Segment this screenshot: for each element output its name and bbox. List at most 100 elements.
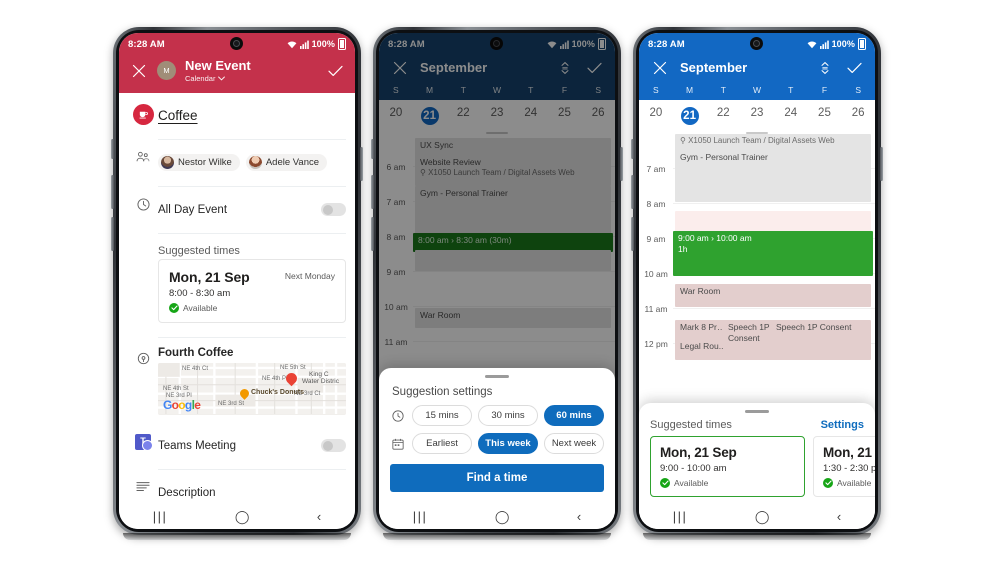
suggested-time-card[interactable]: Mon, 21 Sep Next Monday 8:00 - 8:30 am A… xyxy=(158,258,346,323)
date-cell[interactable]: 24 xyxy=(774,107,808,125)
range-option-next-week[interactable]: Next week xyxy=(544,433,604,454)
location-row[interactable]: Fourth Coffee NE 4th Ct NE 5th St King C… xyxy=(119,338,355,423)
proposed-time-block[interactable]: 9:00 am › 10:00 am 1h xyxy=(673,231,873,276)
sheet-drag-handle[interactable] xyxy=(379,368,615,381)
proposed-time-label: 9:00 am › 10:00 am xyxy=(678,233,752,243)
power-button[interactable] xyxy=(360,147,363,181)
date-cell-selected[interactable]: 21 xyxy=(673,107,707,125)
volume-down-button[interactable] xyxy=(371,175,374,209)
expand-collapse-icon[interactable] xyxy=(815,58,834,77)
dow-label: T xyxy=(720,85,726,95)
recents-icon[interactable]: ||| xyxy=(413,510,428,523)
event-title: Gym - Personal Trainer xyxy=(680,152,768,162)
date-cell[interactable]: 26 xyxy=(841,107,875,125)
calendar-event[interactable]: Speech 1P Consent xyxy=(771,320,871,360)
event-title: Legal Rou... xyxy=(680,341,726,351)
duration-option-30[interactable]: 30 mins xyxy=(478,405,538,426)
find-a-time-button[interactable]: Find a time xyxy=(390,464,604,492)
map-street-label: NE 4th Ct xyxy=(182,365,209,372)
status-indicators: 100% xyxy=(807,38,866,50)
suggested-times-header: Suggested times Settings xyxy=(639,416,875,436)
location-map[interactable]: NE 4th Ct NE 5th St King C Water Distric… xyxy=(158,362,346,415)
teams-icon: T xyxy=(128,423,158,451)
sheet-drag-handle[interactable] xyxy=(639,403,875,416)
settings-link[interactable]: Settings xyxy=(821,419,864,431)
attendees-row[interactable]: Nestor Wilke Adele Vance xyxy=(119,140,355,187)
close-icon[interactable] xyxy=(129,61,148,80)
attendee-name: Adele Vance xyxy=(265,157,320,169)
cellular-icon xyxy=(819,40,829,49)
new-event-header: 8:28 AM 100% M New Event Calendar xyxy=(119,33,355,93)
back-icon[interactable]: ‹ xyxy=(837,510,841,523)
phone-1-screen: 8:28 AM 100% M New Event Calendar Coffee… xyxy=(119,33,355,529)
avatar[interactable]: M xyxy=(157,61,176,81)
calendar-selector[interactable]: Calendar xyxy=(185,74,317,83)
teams-meeting-body: Teams Meeting xyxy=(158,423,346,470)
range-option-earliest[interactable]: Earliest xyxy=(412,433,472,454)
availability-status: Available xyxy=(169,302,335,313)
date-cell[interactable]: 20 xyxy=(639,107,673,125)
back-icon[interactable]: ‹ xyxy=(317,510,321,523)
suggested-times-sheet: Suggested times Settings Mon, 21 Sep 9:0… xyxy=(639,403,875,529)
battery-icon xyxy=(338,38,346,50)
phone-chin xyxy=(383,533,611,540)
volume-down-button[interactable] xyxy=(111,175,114,209)
bixby-button[interactable] xyxy=(111,217,114,251)
event-title: Speech 1P Consent xyxy=(728,322,770,343)
bixby-button[interactable] xyxy=(631,217,634,251)
calendar-event[interactable] xyxy=(675,211,871,233)
status-time: 8:28 AM xyxy=(648,38,685,50)
all-day-event-row[interactable]: All Day Event xyxy=(119,187,355,234)
volume-up-button[interactable] xyxy=(371,139,374,159)
event-title-value[interactable]: Coffee xyxy=(158,108,198,123)
range-option-row: Earliest This week Next week xyxy=(379,433,615,461)
back-icon[interactable]: ‹ xyxy=(577,510,581,523)
battery-percent-label: 100% xyxy=(311,39,335,49)
close-icon[interactable] xyxy=(650,58,669,77)
calendar-event[interactable]: War Room xyxy=(675,284,871,307)
dow-label: M xyxy=(686,85,694,95)
calendar-event[interactable]: Gym - Personal Trainer xyxy=(675,150,871,202)
duration-option-60-selected[interactable]: 60 mins xyxy=(544,405,604,426)
android-nav-bar: ||| ◯ ‹ xyxy=(119,503,355,529)
volume-down-button[interactable] xyxy=(631,175,634,209)
phone-1-new-event: 8:28 AM 100% M New Event Calendar Coffee… xyxy=(111,27,363,540)
recents-icon[interactable]: ||| xyxy=(153,510,168,523)
home-icon[interactable]: ◯ xyxy=(755,510,770,523)
attendee-chip[interactable]: Adele Vance xyxy=(245,154,328,172)
recents-icon[interactable]: ||| xyxy=(673,510,688,523)
confirm-checkmark-icon[interactable] xyxy=(326,61,345,80)
volume-up-button[interactable] xyxy=(111,139,114,159)
suggested-time-range: 9:00 - 10:00 am xyxy=(660,463,727,474)
teams-meeting-toggle[interactable] xyxy=(321,439,346,453)
event-location: ⚲ X1050 Launch Team / Digital Assets Web xyxy=(680,136,835,145)
map-street-label: NE 4th St xyxy=(163,385,189,392)
home-icon[interactable]: ◯ xyxy=(495,510,510,523)
event-title-row[interactable]: Coffee xyxy=(119,93,355,140)
range-option-this-week-selected[interactable]: This week xyxy=(478,433,538,454)
hour-label: 11 am xyxy=(644,304,668,314)
suggested-time-card[interactable]: Mon, 21 Sep 1:30 - 2:30 pm Available xyxy=(813,436,875,497)
proposed-duration-label: 1h xyxy=(678,243,688,254)
date-cell[interactable]: 25 xyxy=(808,107,842,125)
spacer-icon-slot xyxy=(128,239,158,250)
all-day-event-toggle[interactable] xyxy=(321,203,346,217)
teams-meeting-row[interactable]: T Teams Meeting xyxy=(119,423,355,470)
duration-option-15[interactable]: 15 mins xyxy=(412,405,472,426)
date-cell[interactable]: 23 xyxy=(740,107,774,125)
volume-up-button[interactable] xyxy=(631,139,634,159)
front-camera-punch-hole xyxy=(230,37,243,50)
hour-label: 8 am xyxy=(646,199,666,209)
power-button[interactable] xyxy=(620,147,623,181)
date-cell[interactable]: 22 xyxy=(706,107,740,125)
bixby-button[interactable] xyxy=(371,217,374,251)
map-area-label: King C xyxy=(309,370,329,378)
hour-label: 12 pm xyxy=(644,339,668,349)
confirm-checkmark-icon[interactable] xyxy=(845,58,864,77)
status-indicators: 100% xyxy=(287,38,346,50)
power-button[interactable] xyxy=(880,147,883,181)
suggested-time-card-selected[interactable]: Mon, 21 Sep 9:00 - 10:00 am Available xyxy=(650,436,805,497)
attendee-chip[interactable]: Nestor Wilke xyxy=(158,154,240,172)
home-icon[interactable]: ◯ xyxy=(235,510,250,523)
screenshot-stage: 8:28 AM 100% M New Event Calendar Coffee… xyxy=(0,0,999,562)
